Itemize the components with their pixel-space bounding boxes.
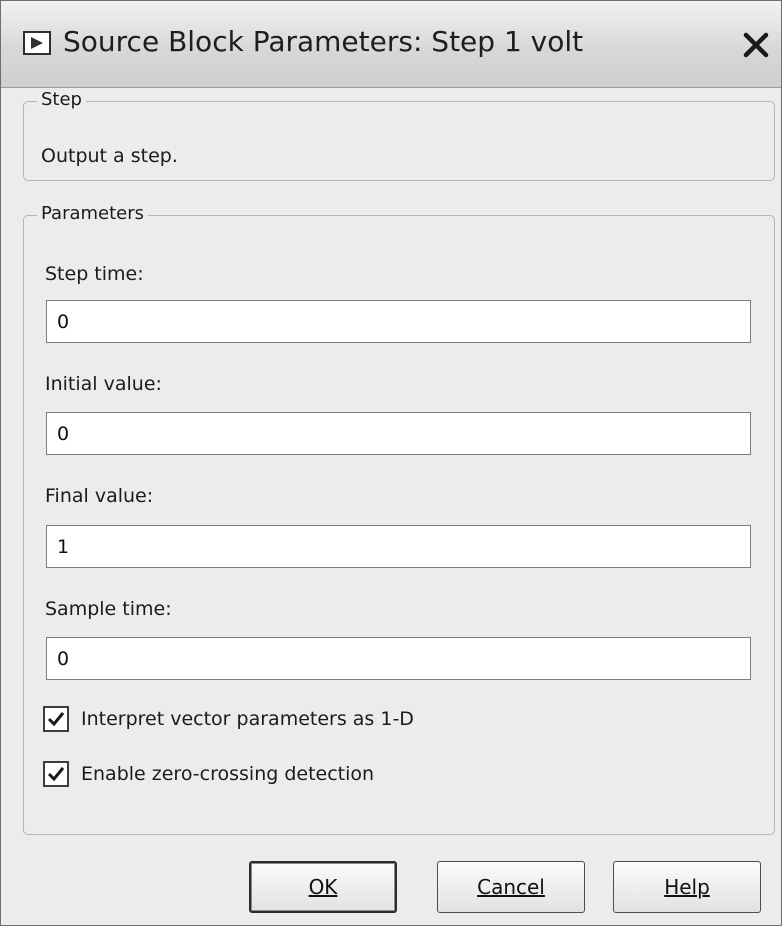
block-icon xyxy=(23,31,51,55)
step-time-input[interactable] xyxy=(46,300,751,343)
cancel-button[interactable]: Cancel xyxy=(437,861,585,913)
step-time-label: Step time: xyxy=(45,263,144,285)
initial-value-label: Initial value: xyxy=(45,373,162,395)
zero-crossing-checkbox-row[interactable]: Enable zero-crossing detection xyxy=(43,761,374,787)
initial-value-input[interactable] xyxy=(46,412,751,455)
step-group xyxy=(23,101,775,181)
title-bar[interactable]: Source Block Parameters: Step 1 volt xyxy=(1,1,781,88)
step-group-label: Step xyxy=(37,89,86,110)
interpret-vector-checkbox[interactable] xyxy=(43,706,69,732)
block-description: Output a step. xyxy=(41,145,178,167)
zero-crossing-checkbox[interactable] xyxy=(43,761,69,787)
sample-time-label: Sample time: xyxy=(45,598,172,620)
interpret-vector-label: Interpret vector parameters as 1-D xyxy=(81,708,414,730)
parameters-group-label: Parameters xyxy=(37,203,149,224)
checkmark-icon xyxy=(47,767,65,782)
interpret-vector-checkbox-row[interactable]: Interpret vector parameters as 1-D xyxy=(43,706,414,732)
final-value-input[interactable] xyxy=(46,525,751,568)
checkmark-icon xyxy=(47,712,65,727)
dialog-window: Source Block Parameters: Step 1 volt Ste… xyxy=(0,0,782,926)
final-value-label: Final value: xyxy=(45,485,154,507)
ok-button[interactable]: OK xyxy=(249,861,397,913)
sample-time-input[interactable] xyxy=(46,637,751,680)
window-title: Source Block Parameters: Step 1 volt xyxy=(63,25,584,58)
close-icon[interactable] xyxy=(738,25,774,65)
zero-crossing-label: Enable zero-crossing detection xyxy=(81,763,375,785)
help-button[interactable]: Help xyxy=(613,861,761,913)
